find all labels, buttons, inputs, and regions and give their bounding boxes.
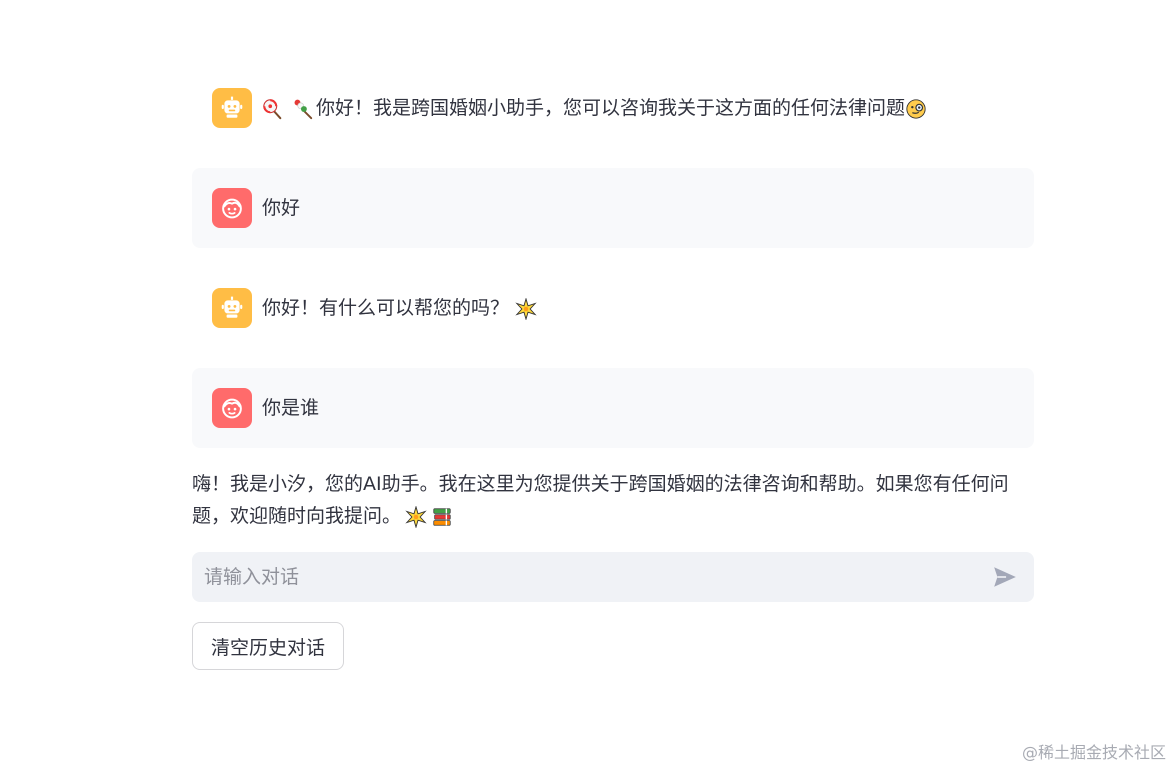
message-content: 你好 — [262, 197, 301, 219]
sparkle-icon — [515, 297, 537, 320]
send-button[interactable] — [988, 560, 1022, 594]
message-content: 你好！有什么可以帮您的吗？ — [262, 293, 539, 323]
send-icon — [994, 567, 1016, 587]
candy-stick-icon — [292, 98, 314, 120]
message-content: 你是谁 — [262, 397, 320, 419]
watermark: @稀土掘金技术社区 — [1021, 743, 1166, 762]
user-face-icon — [212, 388, 252, 428]
streaming-response-text: 嗨！我是小汐，您的AI助手。我在这里为您提供关于跨国婚姻的法律咨询和帮助。如果您… — [192, 473, 1009, 527]
message-content: 你好！我是跨国婚姻小助手，您可以咨询我关于这方面的任何法律问题 — [262, 93, 929, 123]
monocle-face-icon — [905, 98, 927, 120]
chat-input[interactable] — [204, 566, 988, 588]
chat-input-container — [192, 552, 1034, 602]
chat-message-user: 你好 — [192, 168, 1034, 248]
clear-history-button[interactable]: 清空历史对话 — [192, 622, 344, 670]
robot-icon — [212, 88, 252, 128]
sparkle-icon — [405, 505, 427, 528]
lollipop-icon — [262, 98, 284, 120]
chat-message-user: 你是谁 — [192, 368, 1034, 448]
chat-message-assistant: 你好！有什么可以帮您的吗？ — [192, 268, 1034, 348]
books-icon — [431, 506, 453, 528]
streaming-response: 嗨！我是小汐，您的AI助手。我在这里为您提供关于跨国婚姻的法律咨询和帮助。如果您… — [192, 468, 1034, 532]
robot-icon — [212, 288, 252, 328]
user-face-icon — [212, 188, 252, 228]
chat-message-assistant: 你好！我是跨国婚姻小助手，您可以咨询我关于这方面的任何法律问题 — [192, 68, 1034, 148]
chat-history: 你好！我是跨国婚姻小助手，您可以咨询我关于这方面的任何法律问题 你好 你好！有什… — [192, 68, 1034, 468]
